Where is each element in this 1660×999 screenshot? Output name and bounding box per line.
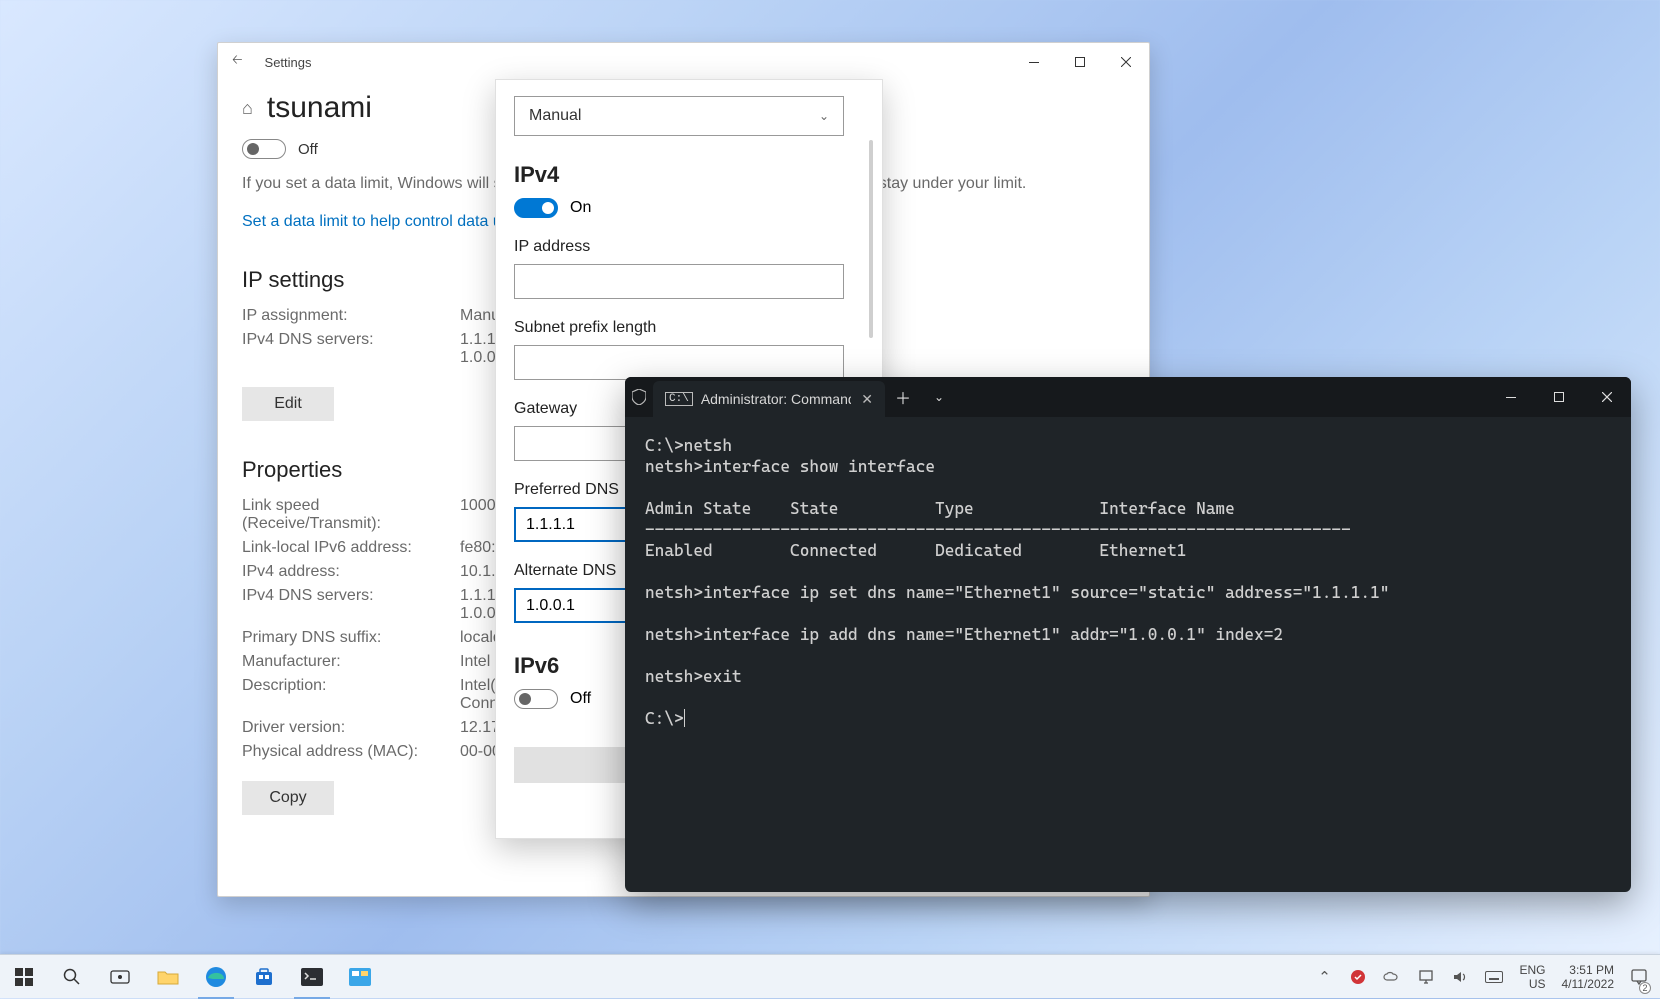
ip-address-label: IP address <box>514 238 864 256</box>
tray-onedrive-icon[interactable] <box>1375 955 1409 999</box>
prop-label: IPv4 DNS servers: <box>242 587 460 623</box>
lang-top: ENG <box>1519 963 1545 977</box>
back-icon[interactable]: 🡠 <box>232 51 243 73</box>
dialog-scrollbar[interactable] <box>869 140 873 338</box>
prop-label: Driver version: <box>242 719 460 737</box>
ipv4-toggle[interactable]: On <box>514 198 864 218</box>
minimize-button[interactable] <box>1011 43 1057 81</box>
ipv4-heading: IPv4 <box>514 162 864 188</box>
clock-time: 3:51 PM <box>1569 963 1614 977</box>
app-button[interactable] <box>336 955 384 999</box>
tray-notifications-button[interactable]: 2 <box>1622 955 1656 999</box>
terminal-maximize-button[interactable] <box>1535 377 1583 417</box>
terminal-window: C:\ Administrator: Command Prompt ✕ ＋ ⌄ … <box>625 377 1631 892</box>
chevron-up-icon: ⌃ <box>1318 968 1331 986</box>
cmd-icon: C:\ <box>665 392 693 406</box>
ipv6-toggle-label: Off <box>570 690 591 708</box>
cursor <box>684 709 685 727</box>
subnet-input[interactable] <box>514 345 844 380</box>
settings-title: Settings <box>265 55 312 70</box>
close-icon <box>1121 57 1131 67</box>
copy-button[interactable]: Copy <box>242 781 334 815</box>
terminal-tabs: C:\ Administrator: Command Prompt ✕ ＋ ⌄ <box>625 377 1631 417</box>
terminal-tab-title: Administrator: Command Prompt <box>701 391 851 407</box>
terminal-minimize-button[interactable] <box>1487 377 1535 417</box>
ipv4-toggle-label: On <box>570 199 591 217</box>
ip-address-input[interactable] <box>514 264 844 299</box>
terminal-tab[interactable]: C:\ Administrator: Command Prompt ✕ <box>653 381 885 417</box>
tab-dropdown-button[interactable]: ⌄ <box>921 377 957 417</box>
metered-toggle-label: Off <box>298 141 318 158</box>
store-button[interactable] <box>240 955 288 999</box>
notif-badge: 2 <box>1639 982 1651 994</box>
tab-close-icon[interactable]: ✕ <box>861 391 873 408</box>
tray-security-icon[interactable] <box>1341 955 1375 999</box>
search-button[interactable] <box>48 955 96 999</box>
prop-label: Link-local IPv6 address: <box>242 539 460 557</box>
settings-titlebar: 🡠 Settings <box>218 43 1149 81</box>
ip-mode-value: Manual <box>529 107 581 125</box>
ip-assignment-label: IP assignment: <box>242 307 460 325</box>
prop-label: Link speed (Receive/Transmit): <box>242 497 460 533</box>
search-icon <box>63 968 81 986</box>
terminal-close-button[interactable] <box>1583 377 1631 417</box>
task-view-icon <box>110 968 130 986</box>
page-title: tsunami <box>267 91 372 125</box>
prop-label: IPv4 address: <box>242 563 460 581</box>
edit-button[interactable]: Edit <box>242 387 334 421</box>
terminal-icon <box>301 968 323 986</box>
prop-label: Manufacturer: <box>242 653 460 671</box>
prop-label: Physical address (MAC): <box>242 743 460 761</box>
task-view-button[interactable] <box>96 955 144 999</box>
terminal-taskbar-button[interactable] <box>288 955 336 999</box>
maximize-icon <box>1075 57 1085 67</box>
chevron-down-icon: ⌄ <box>819 109 829 123</box>
windows-icon <box>15 968 33 986</box>
edge-icon <box>205 966 227 988</box>
shield-icon <box>625 377 653 417</box>
tray-volume-icon[interactable] <box>1443 955 1477 999</box>
prop-label: Primary DNS suffix: <box>242 629 460 647</box>
app-icon <box>349 968 371 986</box>
terminal-body[interactable]: C:\>netsh netsh>interface show interface… <box>625 417 1631 747</box>
tray-network-icon[interactable] <box>1409 955 1443 999</box>
subnet-label: Subnet prefix length <box>514 319 864 337</box>
tray-language[interactable]: ENG US <box>1511 963 1553 991</box>
tray-keyboard-icon[interactable] <box>1477 955 1511 999</box>
tray-clock[interactable]: 3:51 PM 4/11/2022 <box>1554 963 1623 991</box>
tray-overflow-button[interactable]: ⌃ <box>1307 955 1341 999</box>
store-icon <box>254 967 274 987</box>
prop-label: Description: <box>242 677 460 713</box>
start-button[interactable] <box>0 955 48 999</box>
lang-bottom: US <box>1529 977 1546 991</box>
maximize-button[interactable] <box>1057 43 1103 81</box>
ip-dns-label: IPv4 DNS servers: <box>242 331 460 367</box>
new-tab-button[interactable]: ＋ <box>885 377 921 417</box>
home-icon[interactable]: ⌂ <box>242 98 253 119</box>
minimize-icon <box>1029 62 1039 63</box>
taskbar: ⌃ ENG US 3:51 PM 4/11/2022 2 <box>0 954 1660 998</box>
close-button[interactable] <box>1103 43 1149 81</box>
edge-button[interactable] <box>192 955 240 999</box>
folder-icon <box>157 968 179 986</box>
ip-mode-select[interactable]: Manual ⌄ <box>514 96 844 136</box>
clock-date: 4/11/2022 <box>1562 977 1615 991</box>
file-explorer-button[interactable] <box>144 955 192 999</box>
